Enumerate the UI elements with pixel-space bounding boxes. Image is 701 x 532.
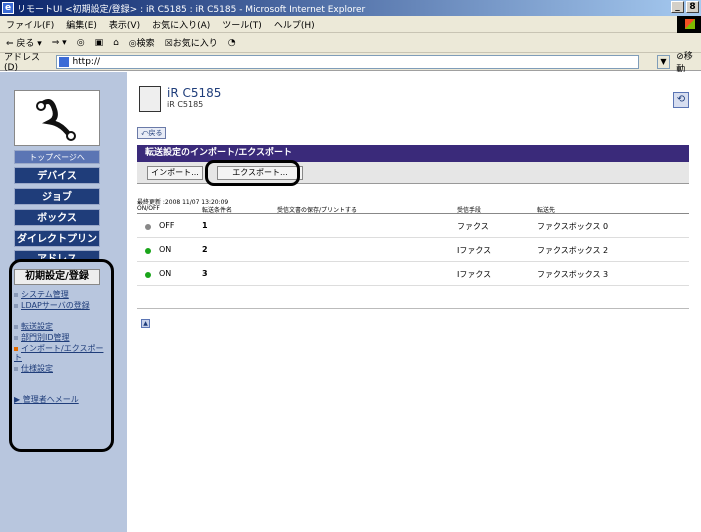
browser-toolbar: ⇐ 戻る ▾ ⇒ ▾ ◎ ▣ ⌂ ◎検索 ☒お気に入り ◔	[0, 33, 701, 53]
row-method: Iファクス	[457, 270, 492, 279]
menu-edit[interactable]: 編集(E)	[66, 18, 97, 31]
row-state: ON	[159, 269, 172, 278]
window-titlebar: e リモートUI <初期設定/登録> : iR C5185 : iR C5185…	[0, 0, 701, 16]
maximize-button[interactable]: 8	[686, 1, 699, 13]
col-store-print: 受信文書の保存/プリントする	[277, 207, 358, 214]
ie-icon: e	[2, 2, 14, 14]
window-title: リモートUI <初期設定/登録> : iR C5185 : iR C5185 -…	[17, 4, 366, 15]
mail-admin-link[interactable]: ▶ 管理者へメール	[14, 394, 79, 405]
back-page-button[interactable]: ⤺戻る	[137, 127, 167, 139]
col-onoff: ON/OFF	[137, 205, 160, 212]
favorites-button[interactable]: ☒お気に入り	[165, 36, 218, 49]
row-condition-number: 2	[202, 245, 208, 254]
import-button[interactable]: インポート...	[147, 166, 203, 180]
address-label: アドレス(D)	[4, 53, 41, 73]
highlight-circle	[205, 160, 300, 186]
col-receive-method: 受信手段	[457, 207, 482, 214]
status-dot-icon	[145, 248, 151, 254]
address-dropdown-icon[interactable]: ▼	[656, 54, 671, 69]
main-content: iR C5185 iR C5185 ⟲ ⤺戻る 転送設定のインポート/エクスポー…	[127, 72, 701, 532]
printer-icon	[139, 86, 161, 112]
table-row[interactable]: ON 2 Iファクス ファクスボックス 2	[137, 240, 689, 262]
windows-logo-icon	[677, 16, 701, 33]
nav-job[interactable]: ジョブ	[14, 188, 100, 205]
device-name: iR C5185	[167, 86, 222, 100]
col-destination: 転送先	[537, 207, 556, 214]
device-header: iR C5185 iR C5185	[139, 86, 221, 112]
row-condition-number: 3	[202, 269, 208, 278]
menu-bar: ファイル(F) 編集(E) 表示(V) お気に入り(A) ツール(T) ヘルプ(…	[0, 16, 701, 33]
nav-box[interactable]: ボックス	[14, 209, 100, 226]
menu-file[interactable]: ファイル(F)	[6, 18, 54, 31]
address-input[interactable]: http://	[56, 54, 639, 69]
status-dot-icon	[145, 272, 151, 278]
table-row[interactable]: ON 3 Iファクス ファクスボックス 3	[137, 264, 689, 286]
address-url: http://	[72, 56, 101, 67]
status-dot-icon	[145, 224, 151, 230]
row-condition-number: 1	[202, 221, 208, 230]
go-button[interactable]: ⊘移動	[676, 49, 701, 75]
home-icon[interactable]: ⌂	[113, 38, 119, 48]
back-button[interactable]: ⇐ 戻る ▾	[6, 36, 42, 49]
history-icon[interactable]: ◔	[228, 38, 236, 48]
row-method: ファクス	[457, 222, 489, 231]
page-top-icon[interactable]: ▲	[141, 319, 150, 328]
nav-direct-print[interactable]: ダイレクトプリント	[14, 230, 100, 262]
sidebar: トップページへ デバイス ジョブ ボックス ダイレクトプリント アドレス 初期設…	[0, 72, 127, 532]
search-button[interactable]: ◎検索	[129, 36, 155, 49]
row-destination: ファクスボックス 3	[537, 270, 609, 279]
highlight-circle	[9, 259, 114, 452]
row-state: OFF	[159, 221, 175, 230]
device-model: iR C5185	[167, 100, 204, 109]
address-bar: アドレス(D) http:// ▼ ⊘移動	[0, 52, 701, 75]
forward-button[interactable]: ⇒ ▾	[52, 38, 67, 48]
menu-help[interactable]: ヘルプ(H)	[274, 18, 315, 31]
nav-device[interactable]: デバイス	[14, 167, 100, 184]
menu-tools[interactable]: ツール(T)	[222, 18, 262, 31]
row-destination: ファクスボックス 2	[537, 246, 609, 255]
menu-favorites[interactable]: お気に入り(A)	[152, 18, 210, 31]
menu-view[interactable]: 表示(V)	[109, 18, 140, 31]
refresh-icon[interactable]: ⟲	[673, 92, 689, 108]
stop-icon[interactable]: ◎	[77, 38, 85, 48]
row-method: Iファクス	[457, 246, 492, 255]
row-destination: ファクスボックス 0	[537, 222, 609, 231]
row-state: ON	[159, 245, 172, 254]
refresh-icon[interactable]: ▣	[95, 38, 104, 48]
table-header: ON/OFF 転送条件名 受信文書の保存/プリントする 受信手段 転送先	[137, 204, 689, 214]
top-page-button[interactable]: トップページへ	[14, 150, 100, 164]
divider	[137, 308, 689, 309]
remote-ui-logo	[14, 90, 100, 146]
col-condition-name: 転送条件名	[202, 207, 233, 214]
page-icon	[59, 56, 70, 67]
table-row[interactable]: OFF 1 ファクス ファクスボックス 0	[137, 216, 689, 238]
minimize-button[interactable]: _	[671, 1, 684, 13]
